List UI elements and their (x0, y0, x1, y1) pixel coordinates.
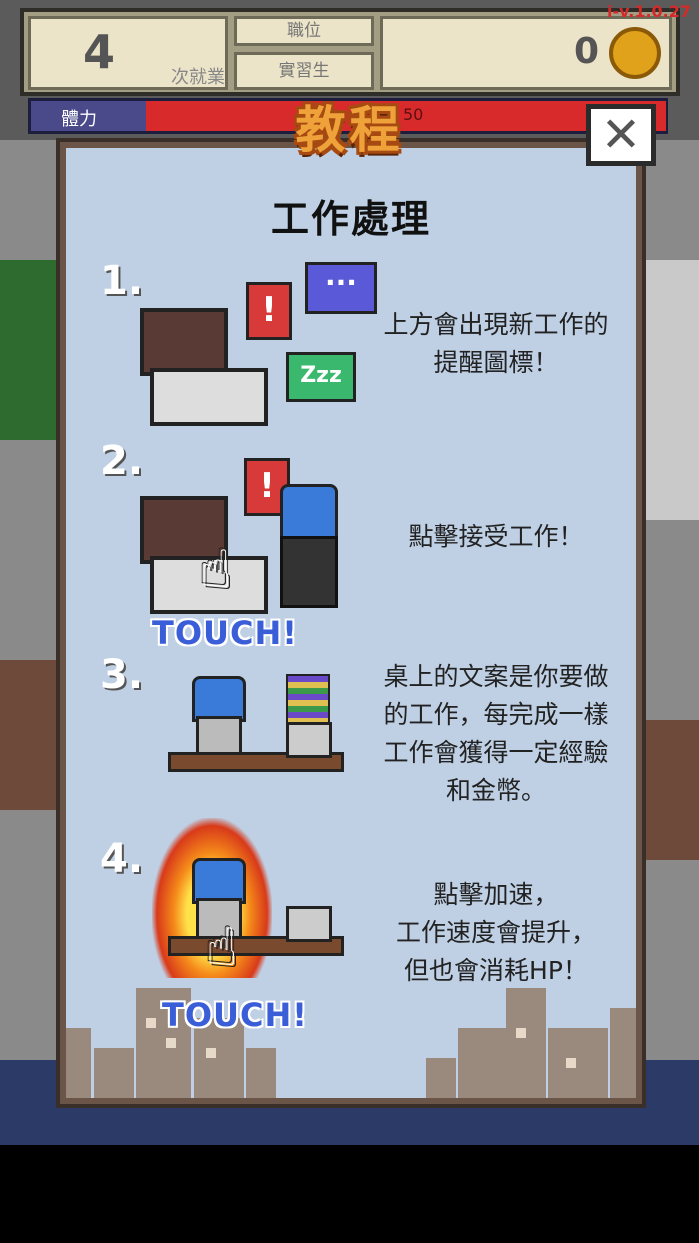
monitor-icon (140, 308, 228, 376)
coin-box: 0 (380, 16, 672, 90)
coin-icon (609, 27, 661, 79)
plant-decoration (0, 260, 60, 440)
days-label: 次就業 (171, 67, 225, 88)
days-count: 4 (83, 25, 116, 79)
coworker-body-icon (280, 536, 338, 608)
tutorial-subtitle: 工作處理 (270, 197, 431, 241)
step-3-line-1: 桌上的文案是你要做 (383, 662, 609, 691)
step-4-line-3: 但也會消耗HP！ (404, 956, 588, 985)
coin-count: 0 (573, 31, 599, 72)
telephone-icon (286, 906, 332, 942)
step-3-line-2: 的工作，每完成一樣 (383, 700, 609, 729)
step-3-line-3: 工作會獲得一定經驗 (383, 738, 609, 767)
city-silhouette (506, 988, 546, 1098)
coworker-head-icon (280, 484, 338, 540)
touch-label-step-4: TOUCH! (162, 996, 308, 1034)
step-4-number: 4. (100, 836, 144, 882)
city-silhouette (66, 1028, 91, 1098)
city-silhouette (548, 1028, 608, 1098)
document-stack-icon (286, 674, 330, 726)
city-window (146, 1018, 156, 1028)
city-window (516, 1028, 526, 1038)
position-value: 實習生 (234, 52, 374, 90)
city-window (566, 1058, 576, 1068)
step-4-line-2: 工作速度會提升， (395, 918, 596, 947)
step-4-text: 點擊加速， 工作速度會提升， 但也會消耗HP！ (356, 876, 636, 990)
desk-icon (150, 368, 268, 426)
step-3-number: 3. (100, 652, 144, 698)
sleep-bubble-icon: Zzz (286, 352, 356, 402)
step-2-number: 2. (100, 438, 144, 484)
city-window (206, 1048, 216, 1058)
close-icon: ✕ (600, 107, 642, 163)
hand-pointer-icon: ☝ (206, 918, 238, 978)
hud-panel: 4 次就業 職位 實習生 0 (20, 8, 680, 96)
city-silhouette (610, 1008, 636, 1098)
close-button[interactable]: ✕ (586, 104, 656, 166)
step-1-line-1: 上方會出現新工作的 (383, 310, 609, 339)
whiteboard-decoration (640, 260, 699, 520)
step-4-line-1: 點擊加速， (433, 880, 559, 909)
version-label: i-v.1.0.27 (606, 2, 691, 21)
telephone-icon (286, 722, 332, 758)
city-silhouette (94, 1048, 134, 1098)
desk-decoration (0, 660, 60, 810)
city-silhouette (426, 1058, 456, 1098)
step-2-text: 點擊接受工作！ (356, 518, 636, 556)
city-window (166, 1038, 176, 1048)
step-3-line-4: 和金幣。 (445, 776, 546, 805)
step-1-line-2: 提醒圖標！ (433, 348, 559, 377)
step-3-text: 桌上的文案是你要做 的工作，每完成一樣 工作會獲得一定經驗 和金幣。 (356, 658, 636, 810)
city-silhouette (246, 1048, 276, 1098)
touch-label-step-2: TOUCH! (152, 614, 298, 652)
desk-decoration (640, 720, 699, 860)
step-1-text: 上方會出現新工作的 提醒圖標！ (356, 306, 636, 382)
hand-pointer-icon: ☝ (200, 540, 232, 600)
days-box: 4 次就業 (28, 16, 228, 90)
step-1-number: 1. (100, 258, 144, 304)
position-header: 職位 (234, 16, 374, 46)
exclamation-bubble-icon: ! (246, 282, 292, 340)
step-2-line-1: 點擊接受工作！ (408, 522, 584, 551)
